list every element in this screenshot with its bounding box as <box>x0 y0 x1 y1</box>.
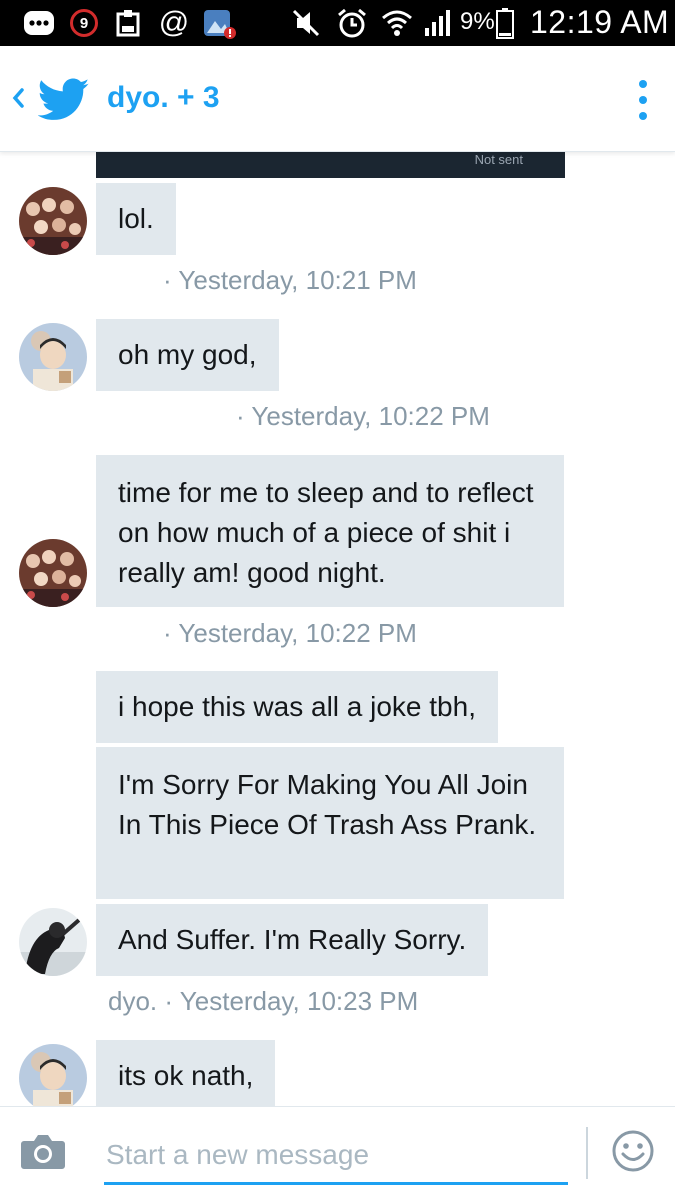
message-bubble[interactable]: lol. <box>96 183 176 255</box>
message-timestamp: · Yesterday, 10:22 PM <box>236 401 490 431</box>
unsent-media-card[interactable]: Not sent <box>96 152 565 178</box>
message-bubble[interactable]: I'm Sorry For Making You All Join In Thi… <box>96 747 564 899</box>
message-bubble[interactable]: And Suffer. I'm Really Sorry. <box>96 904 489 976</box>
emoji-icon[interactable] <box>611 1129 655 1173</box>
chevron-left-icon <box>12 88 24 108</box>
chat-bubble-icon <box>22 0 56 46</box>
message-input[interactable] <box>104 1127 568 1185</box>
message-bubble[interactable]: i hope this was all a joke tbh, <box>96 671 498 743</box>
message-timestamp: · Yesterday, 10:21 PM <box>163 265 417 295</box>
clock: 12:19 AM <box>530 4 670 40</box>
avatar-group-photo[interactable] <box>19 187 87 255</box>
mute-icon <box>290 0 322 46</box>
conversation-header: dyo. + 3 <box>0 46 675 152</box>
signal-icon <box>420 0 454 46</box>
alarm-icon <box>335 0 369 46</box>
message-bubble[interactable]: its ok nath, <box>96 1040 276 1106</box>
message-meta: dyo. · Yesterday, 10:23 PM <box>108 986 418 1017</box>
message-timestamp: · Yesterday, 10:22 PM <box>163 618 417 648</box>
twitter-bird-icon[interactable] <box>37 78 90 122</box>
message-bubble[interactable]: oh my god, <box>96 319 279 391</box>
back-button[interactable] <box>6 76 30 120</box>
at-sign-icon: @ <box>158 6 190 39</box>
wifi-icon <box>380 0 414 46</box>
conversation-title[interactable]: dyo. + 3 <box>107 81 220 115</box>
camera-icon[interactable] <box>20 1133 66 1171</box>
clipboard-icon <box>112 0 144 46</box>
message-bubble[interactable]: time for me to sleep and to reflect on h… <box>96 455 564 607</box>
battery-percent: 9% <box>460 8 495 35</box>
notification-badge-icon: 9 <box>68 0 100 46</box>
avatar-group-photo[interactable] <box>19 539 87 607</box>
composer-divider <box>586 1127 588 1179</box>
avatar-person-photo[interactable] <box>19 323 87 391</box>
status-bar: 9 @ 9% 12:19 AM <box>0 0 675 46</box>
message-composer <box>0 1106 675 1200</box>
sender-name: dyo. <box>108 986 158 1016</box>
message-timestamp: · Yesterday, 10:23 PM <box>164 986 419 1016</box>
overflow-menu-icon[interactable] <box>628 76 658 124</box>
message-list[interactable]: Not sent lol. · Yesterday, 10:21 PM oh m… <box>0 152 675 1106</box>
notification-count: 9 <box>70 9 98 37</box>
image-alert-icon <box>200 0 238 46</box>
avatar-dark-photo[interactable] <box>19 908 87 976</box>
battery-icon <box>494 0 516 46</box>
avatar-person-photo[interactable] <box>19 1044 87 1106</box>
not-sent-label: Not sent <box>474 152 523 167</box>
